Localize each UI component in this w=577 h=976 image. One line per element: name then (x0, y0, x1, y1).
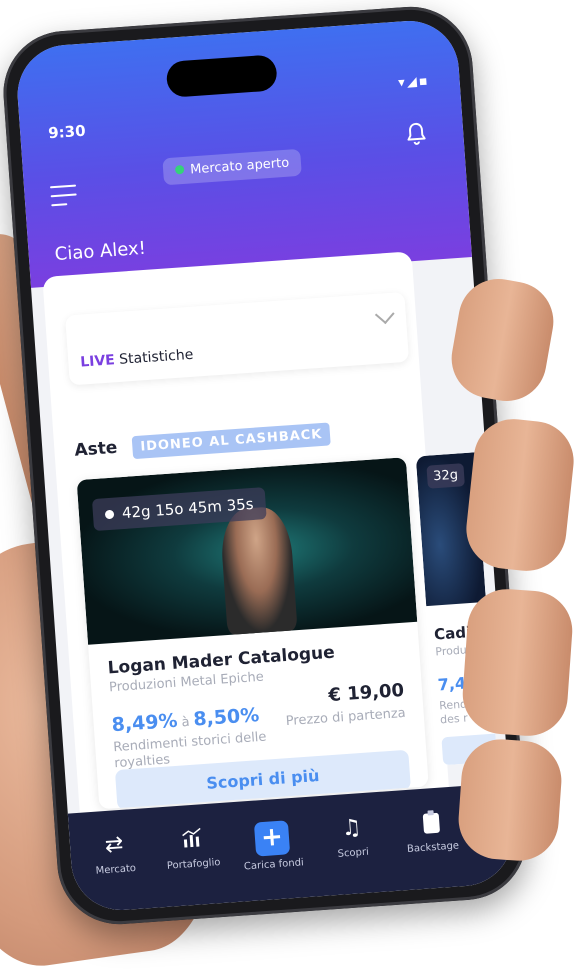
yield-high: 8,50% (192, 704, 260, 731)
tab-label: Scopri (337, 846, 370, 860)
tab-mercato[interactable]: ⇄ Mercato (73, 830, 156, 878)
chevron-down-icon (374, 304, 395, 325)
hand-finger (460, 586, 575, 739)
auction-card[interactable]: 42g 15o 45m 35s Logan Mader Catalogue Pr… (76, 457, 429, 810)
hand-finger (462, 415, 577, 575)
chart-icon (151, 824, 233, 856)
countdown-timer-next: 32g (426, 463, 465, 489)
plus-icon: + (253, 820, 291, 857)
tab-label: Carica fondi (243, 857, 305, 873)
tab-label: Backstage (406, 840, 460, 856)
swap-arrows-icon: ⇄ (104, 831, 125, 859)
tab-label: Mercato (95, 862, 137, 877)
auctions-header: Aste IDONEO AL CASHBACK (73, 422, 332, 463)
tab-carica-fondi[interactable]: + Carica fondi (231, 819, 314, 873)
timer-text: 42g 15o 45m 35s (121, 494, 255, 523)
status-indicators: ▾◢▪ (397, 73, 431, 91)
yield-low: 8,49% (110, 709, 179, 737)
stats-title: Statistiche (118, 346, 194, 368)
stats-label: LIVE Statistiche (80, 347, 194, 371)
main-content: LIVE Statistiche Aste IDONEO AL CASHBACK… (42, 251, 498, 836)
auctions-title: Aste (73, 437, 119, 461)
live-tag: LIVE (79, 352, 116, 371)
status-dot-icon (174, 164, 185, 175)
price-label: Prezzo di partenza (285, 705, 407, 730)
artist-photo (219, 505, 298, 636)
market-status-label: Mercato aperto (189, 155, 290, 178)
music-note-icon: ♫ (340, 815, 363, 842)
greeting: Ciao Alex! (54, 237, 147, 266)
hamburger-icon[interactable] (50, 184, 78, 214)
timer-dot-icon (104, 509, 115, 520)
tab-label: Portafoglio (166, 857, 221, 872)
auction-subtitle-next: Produ (434, 643, 468, 659)
phone-screen: 9:30 ▾◢▪ Mercato aperto Ciao Alex! LIVE … (14, 17, 516, 914)
tab-portafoglio[interactable]: Portafoglio (151, 824, 234, 872)
dynamic-island (165, 54, 278, 98)
phone-frame: 9:30 ▾◢▪ Mercato aperto Ciao Alex! LIVE … (0, 2, 531, 929)
hand-finger (455, 736, 565, 864)
bell-icon[interactable] (402, 120, 430, 148)
status-time: 9:30 (47, 121, 87, 143)
market-status-badge: Mercato aperto (162, 148, 303, 186)
tab-scopri[interactable]: ♫ Scopri (311, 813, 394, 861)
app-header: 9:30 ▾◢▪ Mercato aperto Ciao Alex! (14, 17, 472, 288)
auction-artwork: 42g 15o 45m 35s (76, 457, 418, 645)
starting-price: € 19,00 (327, 679, 405, 707)
live-stats-dropdown[interactable]: LIVE Statistiche (65, 291, 410, 386)
yield-separator: à (181, 714, 191, 731)
cashback-badge: IDONEO AL CASHBACK (131, 422, 332, 460)
